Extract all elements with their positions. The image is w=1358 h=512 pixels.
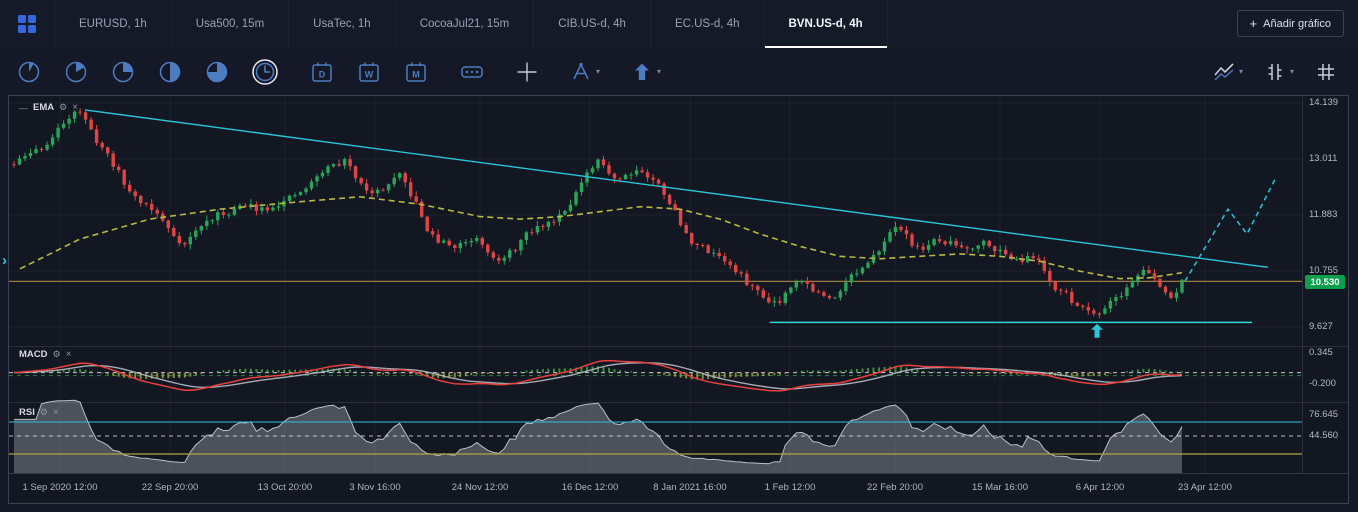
calendar-letter: M <box>412 69 420 79</box>
ema-indicator-label: — EMA ⚙ × <box>19 102 78 113</box>
drawing-tools-icon[interactable]: ▾ <box>569 60 600 84</box>
tab-label: EURUSD, 1h <box>79 18 147 30</box>
tab-eurusd[interactable]: EURUSD, 1h <box>54 0 171 48</box>
macd-tick-label: 0.345 <box>1309 347 1333 359</box>
time-axis-label: 15 Mar 16:00 <box>972 482 1028 493</box>
custom-period-icon[interactable] <box>459 59 485 85</box>
rsi-indicator-label: RSI ⚙ × <box>19 407 59 418</box>
time-axis-label: 22 Feb 20:00 <box>867 482 923 493</box>
ema-settings-icon[interactable]: ⚙ <box>59 102 67 113</box>
price-scale[interactable]: 14.139 13.011 11.883 10.755 9.627 0.345 -0.200… <box>1303 96 1348 474</box>
tab-label: Usa500, 15m <box>195 18 265 30</box>
add-chart-button[interactable]: + Añadir gráfico <box>1236 10 1344 37</box>
rsi-settings-icon[interactable]: ⚙ <box>40 407 48 418</box>
caret-down-icon: ▾ <box>596 67 601 76</box>
calendar-weekly-icon[interactable]: W <box>356 59 382 85</box>
price-tick-label: 13.011 <box>1309 152 1338 164</box>
tab-ec-us[interactable]: EC.US-d, 4h <box>649 0 764 48</box>
time-axis-label: 24 Nov 12:00 <box>451 482 509 493</box>
timeframe-clock-4-icon[interactable] <box>157 59 183 85</box>
ema-remove-icon[interactable]: × <box>72 102 78 113</box>
tab-label: CocoaJul21, 15m <box>419 18 510 30</box>
crosshair-icon[interactable] <box>515 60 539 84</box>
time-axis-label: 22 Sep 20:00 <box>141 482 199 493</box>
tab-usatec[interactable]: UsaTec, 1h <box>288 0 395 48</box>
timeframe-clock-5-icon[interactable] <box>204 59 230 85</box>
macd-indicator-label: MACD ⚙ × <box>19 349 71 360</box>
scale-settings-icon[interactable]: ▾ <box>1263 60 1294 84</box>
caret-down-icon: ▾ <box>657 67 662 76</box>
timeframe-clock-3-icon[interactable] <box>110 59 136 85</box>
app-menu-button[interactable] <box>0 0 54 48</box>
macd-settings-icon[interactable]: ⚙ <box>53 349 61 360</box>
caret-down-icon: ▾ <box>1289 67 1294 76</box>
calendar-daily-icon[interactable]: D <box>309 59 335 85</box>
trading-platform: EURUSD, 1h Usa500, 15m UsaTec, 1h CocoaJ… <box>0 0 1358 512</box>
app-menu-icon <box>18 15 36 33</box>
chart-type-icon[interactable]: ▾ <box>1212 60 1243 84</box>
macd-label-text: MACD <box>19 349 48 360</box>
chart-area[interactable]: — EMA ⚙ × MACD ⚙ × RSI ⚙ × 14.139 13.011 1… <box>8 95 1349 504</box>
calendar-monthly-icon[interactable]: M <box>403 59 429 85</box>
open-chart-tabs: EURUSD, 1h Usa500, 15m UsaTec, 1h CocoaJ… <box>54 0 888 48</box>
ema-line-swatch: — <box>19 102 28 113</box>
tab-label: CIB.US-d, 4h <box>558 18 626 30</box>
time-axis-label: 1 Sep 2020 12:00 <box>22 482 98 493</box>
candlestick-chart-canvas[interactable] <box>9 96 1348 503</box>
price-tick-label: 14.139 <box>1309 96 1339 108</box>
ema-label-text: EMA <box>33 102 55 113</box>
tab-cib-us[interactable]: CIB.US-d, 4h <box>533 0 650 48</box>
macd-remove-icon[interactable]: × <box>66 349 72 360</box>
time-axis[interactable]: 1 Sep 2020 12:00 22 Sep 20:00 13 Oct 20:00… <box>9 474 1302 504</box>
tab-label: EC.US-d, 4h <box>674 18 740 30</box>
price-tick-label: 9.627 <box>1309 320 1333 332</box>
calendar-letter: D <box>319 69 326 79</box>
current-price-badge: 10.530 <box>1305 275 1345 290</box>
rsi-tick-label: 76.645 <box>1309 409 1339 420</box>
calendar-letter: W <box>365 69 374 79</box>
tab-label: UsaTec, 1h <box>313 18 371 30</box>
timeframe-4h-active-icon[interactable] <box>251 58 279 86</box>
caret-down-icon: ▾ <box>1238 67 1243 76</box>
tab-cocoajul21[interactable]: CocoaJul21, 15m <box>394 0 534 48</box>
chart-tabbar: EURUSD, 1h Usa500, 15m UsaTec, 1h CocoaJ… <box>0 0 1358 48</box>
grid-layout-icon[interactable] <box>1314 60 1338 84</box>
plus-icon: + <box>1249 16 1258 31</box>
tab-usa500[interactable]: Usa500, 15m <box>170 0 288 48</box>
rsi-label-text: RSI <box>19 407 35 418</box>
rsi-remove-icon[interactable]: × <box>53 407 59 418</box>
time-axis-label: 3 Nov 16:00 <box>349 482 401 493</box>
time-axis-label: 16 Dec 12:00 <box>561 482 619 493</box>
rsi-tick-label: 44.560 <box>1309 429 1339 441</box>
add-chart-label: Añadir gráfico <box>1263 17 1331 30</box>
sidebar-expand-icon[interactable]: › <box>2 253 7 268</box>
chart-toolbar: D W M ▾ ▾ ▾ ▾ <box>0 48 1358 95</box>
time-axis-label: 8 Jan 2021 16:00 <box>653 482 727 493</box>
time-axis-label: 1 Feb 12:00 <box>764 482 816 493</box>
tab-bvn-us-active[interactable]: BVN.US-d, 4h <box>763 0 888 48</box>
time-axis-label: 6 Apr 12:00 <box>1075 482 1125 493</box>
timeframe-clock-1-icon[interactable] <box>16 59 42 85</box>
macd-tick-label: -0.200 <box>1309 377 1336 389</box>
time-axis-label: 13 Oct 20:00 <box>257 482 313 493</box>
insert-arrow-icon[interactable]: ▾ <box>630 60 661 84</box>
price-tick-label: 11.883 <box>1309 208 1338 220</box>
timeframe-clock-2-icon[interactable] <box>63 59 89 85</box>
tab-label: BVN.US-d, 4h <box>788 18 863 30</box>
time-axis-label: 23 Apr 12:00 <box>1178 482 1232 493</box>
